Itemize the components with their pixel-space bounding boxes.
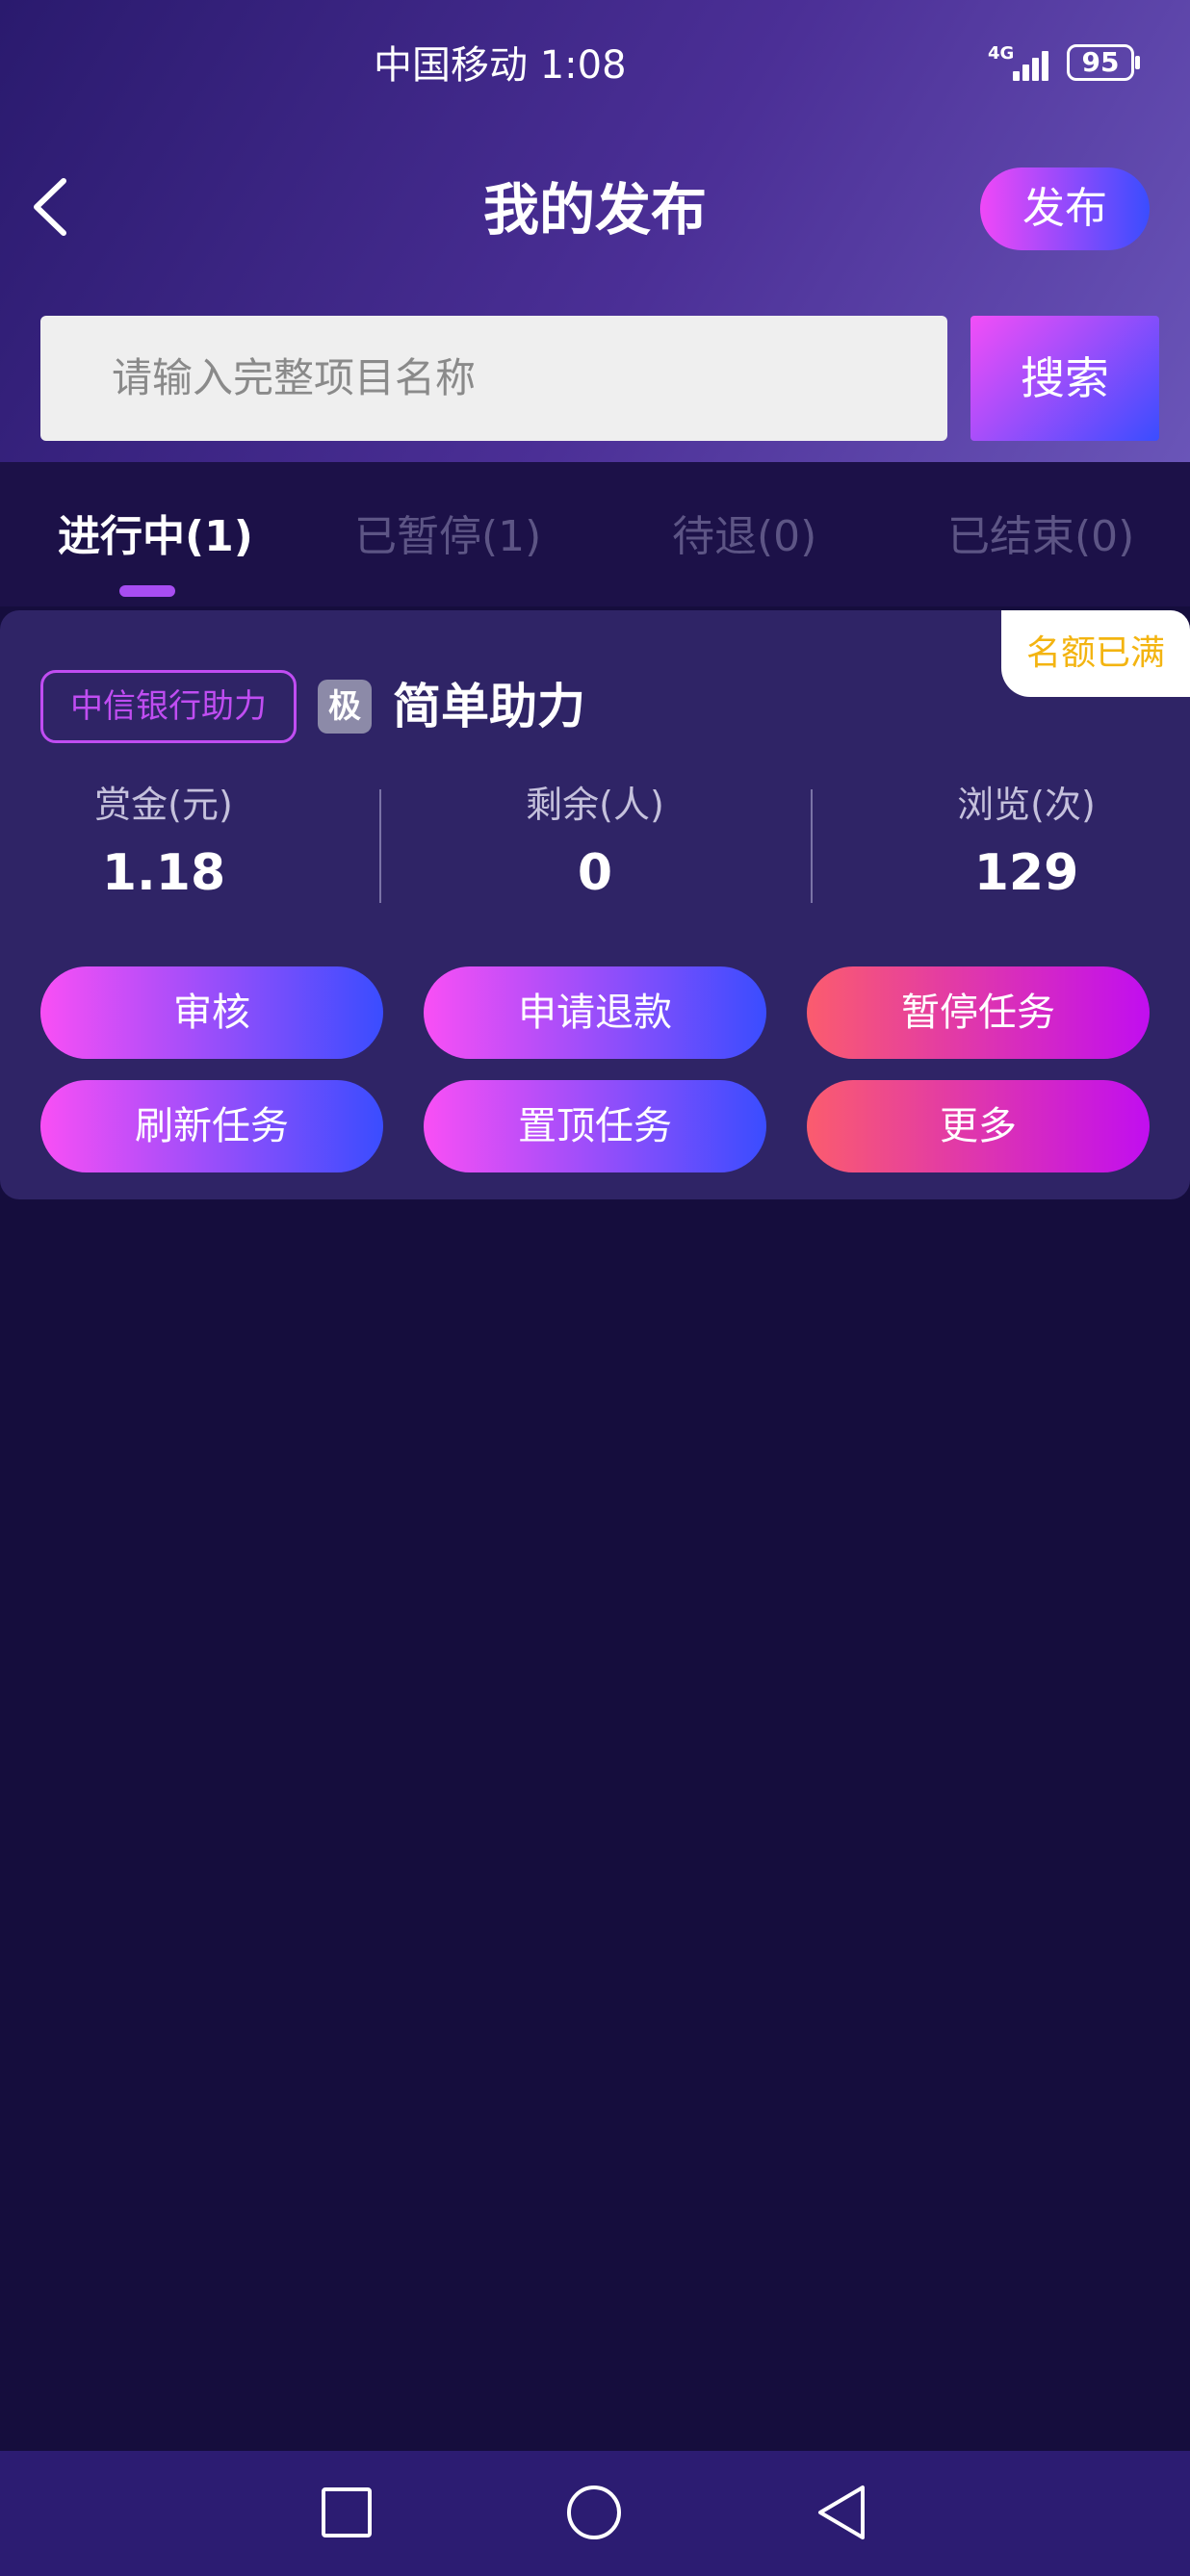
bank-tag: 中信银行助力 (40, 670, 297, 743)
quota-full-badge: 名额已满 (1001, 610, 1190, 697)
request-refund-button[interactable]: 申请退款 (424, 966, 766, 1059)
tab-in-progress[interactable]: 进行中(1) (58, 508, 253, 566)
stat-remaining: 剩余(人) 0 (451, 780, 739, 911)
publish-button[interactable]: 发布 (980, 167, 1150, 250)
pin-task-button[interactable]: 置顶任务 (424, 1080, 766, 1172)
carrier-time: 中国移动 1:08 (374, 43, 627, 88)
stat-value: 129 (973, 844, 1079, 902)
system-nav-bar (0, 2451, 1190, 2576)
stat-label: 浏览(次) (957, 784, 1096, 826)
circle-nav-icon[interactable] (565, 2484, 623, 2541)
active-tab-indicator (119, 585, 175, 597)
tab-bar: 进行中(1) 已暂停(1) 待退(0) 已结束(0) (0, 462, 1190, 606)
stat-value: 0 (577, 844, 613, 902)
tab-ended[interactable]: 已结束(0) (947, 508, 1134, 566)
search-button[interactable]: 搜索 (970, 316, 1159, 441)
triangle-back-nav-icon[interactable] (815, 2484, 868, 2541)
stat-divider (811, 789, 813, 903)
square-nav-icon[interactable] (320, 2486, 374, 2539)
network-type: 4G (988, 43, 1015, 64)
tab-pending-refund[interactable]: 待退(0) (672, 508, 816, 566)
battery-icon: 95 (1067, 44, 1140, 81)
task-name: 简单助力 (393, 679, 585, 734)
stat-views: 浏览(次) 129 (882, 780, 1171, 911)
stat-divider (379, 789, 381, 903)
search-input[interactable]: 请输入完整项目名称 (40, 316, 947, 441)
stat-label: 剩余(人) (526, 784, 664, 826)
task-card[interactable]: 名额已满 中信银行助力 极 简单助力 赏金(元) 1.18 剩余(人) 0 浏览… (0, 610, 1190, 1199)
signal-icon (1013, 46, 1055, 81)
header: 中国移动 1:08 4G 95 我的发布 发布 请输入完整项目名称 搜索 (0, 0, 1190, 462)
status-bar: 中国移动 1:08 4G 95 (0, 37, 1190, 94)
stat-label: 赏金(元) (94, 784, 233, 826)
review-button[interactable]: 审核 (40, 966, 383, 1059)
more-button[interactable]: 更多 (807, 1080, 1150, 1172)
stat-value: 1.18 (101, 844, 226, 902)
pause-task-button[interactable]: 暂停任务 (807, 966, 1150, 1059)
tab-paused[interactable]: 已暂停(1) (354, 508, 541, 566)
level-badge: 极 (318, 680, 372, 734)
refresh-task-button[interactable]: 刷新任务 (40, 1080, 383, 1172)
stat-reward: 赏金(元) 1.18 (19, 780, 308, 911)
